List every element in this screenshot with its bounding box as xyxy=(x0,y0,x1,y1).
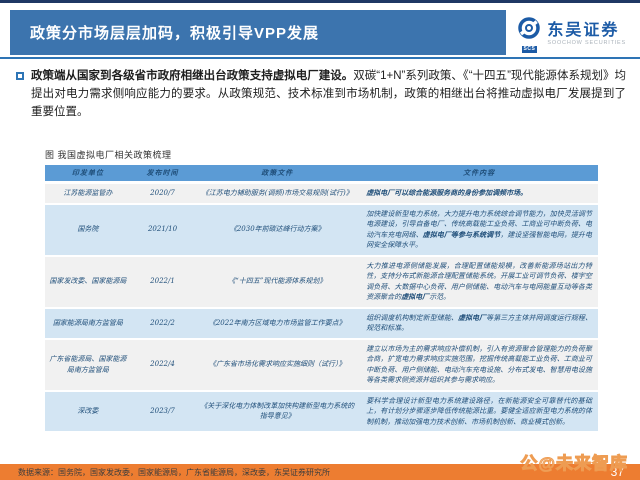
table-cell-date: 2021/10 xyxy=(131,205,195,255)
table-cell-content: 要科学合理设计新型电力系统建设路径，在新能源安全可靠替代的基础上，有计划分步骤逐… xyxy=(360,392,598,432)
page-title: 政策分市场层层加码，积极引导VPP发展 xyxy=(30,22,319,43)
column-header: 政策文件 xyxy=(194,165,360,181)
table-cell-doc: 《关于深化电力体制改革加快构建新型电力系统的指导意见》 xyxy=(194,392,360,432)
summary-lead-sentence: 政策端从国家到各级省市政府相继出台政策支持虚拟电厂建设。 xyxy=(31,70,353,82)
table-cell-unit: 国家能源局南方监管局 xyxy=(45,309,131,338)
content-emphasis: 虚拟电厂等参与系统调节 xyxy=(423,230,501,239)
content-text: 组织调度机构制定新型储能、 xyxy=(366,314,458,322)
table-cell-unit: 国家发改委、国家能源局 xyxy=(45,257,131,307)
table-cell-date: 2022/2 xyxy=(131,309,195,338)
table-cell-content: 虚拟电厂可以综合能源服务商的身份参加调频市场。 xyxy=(360,184,598,203)
content-emphasis: 虚拟电厂可以综合能源服务商的身份参加调频市场。 xyxy=(366,188,527,197)
header-divider-line xyxy=(0,57,640,59)
table-row: 江苏能源监管办2020/7《江苏电力辅助服务(调频)市场交易规则(试行)》虚拟电… xyxy=(45,184,598,203)
logo-name-cn: 东吴证券 xyxy=(547,22,626,40)
table-cell-doc: 《2030年前碳达峰行动方案》 xyxy=(194,205,360,255)
soochow-logo-icon xyxy=(517,16,541,45)
logo-icon-column: SCS xyxy=(517,16,541,53)
column-header: 印发单位 xyxy=(45,165,131,181)
table-cell-doc: 《2022年南方区域电力市场监管工作要点》 xyxy=(194,309,360,338)
content-text: 要科学合理设计新型电力系统建设路径，在新能源安全可靠替代的基础上，有计划分步骤逐… xyxy=(366,397,592,426)
policy-table: 印发单位发布时间政策文件文件内容 江苏能源监管办2020/7《江苏电力辅助服务(… xyxy=(45,165,598,433)
column-header: 发布时间 xyxy=(131,165,195,181)
figure-caption: 图 我国虚拟电厂相关政策梳理 xyxy=(45,148,172,161)
watermark: 公@未来智库 xyxy=(520,449,628,474)
table-cell-content: 建立以市场为主的需求响应补偿机制，引入有资源聚合管理能力的负荷聚合商，扩宽电力需… xyxy=(360,340,598,390)
policy-table-body: 江苏能源监管办2020/7《江苏电力辅助服务(调频)市场交易规则(试行)》虚拟电… xyxy=(45,184,598,431)
square-bullet-icon xyxy=(16,72,24,80)
table-row: 国家能源局南方监管局2022/2《2022年南方区域电力市场监管工作要点》组织调… xyxy=(45,309,598,338)
table-cell-date: 2020/7 xyxy=(131,184,195,203)
table-row: 国务院2021/10《2030年前碳达峰行动方案》加快建设新型电力系统，大力提升… xyxy=(45,205,598,255)
content-emphasis: 虚拟电厂 xyxy=(401,292,429,301)
watermark-text: @未来智库 xyxy=(538,454,628,473)
data-source-text: 数据来源：国务院，国家发改委，国家能源局，广东省能源局，深改委，东吴证券研究所 xyxy=(18,467,330,478)
logo-badge: SCS xyxy=(522,46,538,53)
table-cell-doc: 《江苏电力辅助服务(调频)市场交易规则(试行)》 xyxy=(194,184,360,203)
logo-text-column: 东吴证券 SOOCHOW SECURITIES xyxy=(547,22,626,47)
summary-text: 政策端从国家到各级省市政府相继出台政策支持虚拟电厂建设。双碳“1+N”系列政策、… xyxy=(31,68,626,121)
top-border-strip xyxy=(0,0,640,3)
slide-title-bar: 政策分市场层层加码，积极引导VPP发展 xyxy=(10,10,506,55)
table-cell-date: 2022/1 xyxy=(131,257,195,307)
summary-paragraph: 政策端从国家到各级省市政府相继出台政策支持虚拟电厂建设。双碳“1+N”系列政策、… xyxy=(16,68,626,121)
table-cell-unit: 深改委 xyxy=(45,392,131,432)
content-emphasis: 虚拟电厂 xyxy=(458,313,486,322)
soochow-securities-logo: SCS 东吴证券 SOOCHOW SECURITIES xyxy=(517,12,626,56)
table-cell-date: 2023/7 xyxy=(131,392,195,432)
content-text: 示范。 xyxy=(429,293,450,301)
table-cell-unit: 广东省能源局、国家能源局南方监管局 xyxy=(45,340,131,390)
table-cell-date: 2022/4 xyxy=(131,340,195,390)
table-row: 国家发改委、国家能源局2022/1《“十四五”现代能源体系规划》大力推进电源侧储… xyxy=(45,257,598,307)
table-cell-doc: 《“十四五”现代能源体系规划》 xyxy=(194,257,360,307)
table-row: 广东省能源局、国家能源局南方监管局2022/4《广东省市场化需求响应实施细则（试… xyxy=(45,340,598,390)
table-row: 深改委2023/7《关于深化电力体制改革加快构建新型电力系统的指导意见》要科学合… xyxy=(45,392,598,432)
table-cell-doc: 《广东省市场化需求响应实施细则（试行）》 xyxy=(194,340,360,390)
column-header: 文件内容 xyxy=(360,165,598,181)
logo-name-en: SOOCHOW SECURITIES xyxy=(547,40,626,46)
table-cell-content: 组织调度机构制定新型储能、虚拟电厂等第三方主体并网调度运行规程、规范和标准。 xyxy=(360,309,598,338)
table-header-row: 印发单位发布时间政策文件文件内容 xyxy=(45,165,598,181)
table-cell-content: 加快建设新型电力系统，大力提升电力系统综合调节能力，加快灵活调节电源建设，引导自… xyxy=(360,205,598,255)
table-cell-unit: 国务院 xyxy=(45,205,131,255)
content-text: 建立以市场为主的需求响应补偿机制，引入有资源聚合管理能力的负荷聚合商，扩宽电力需… xyxy=(366,345,592,385)
table-cell-unit: 江苏能源监管办 xyxy=(45,184,131,203)
table-cell-content: 大力推进电源侧储能发展，合理配置储能规模，改善新能源场站出力特性，支持分布式新能… xyxy=(360,257,598,307)
weilai-zhiku-logo-icon: 公 xyxy=(520,454,538,473)
